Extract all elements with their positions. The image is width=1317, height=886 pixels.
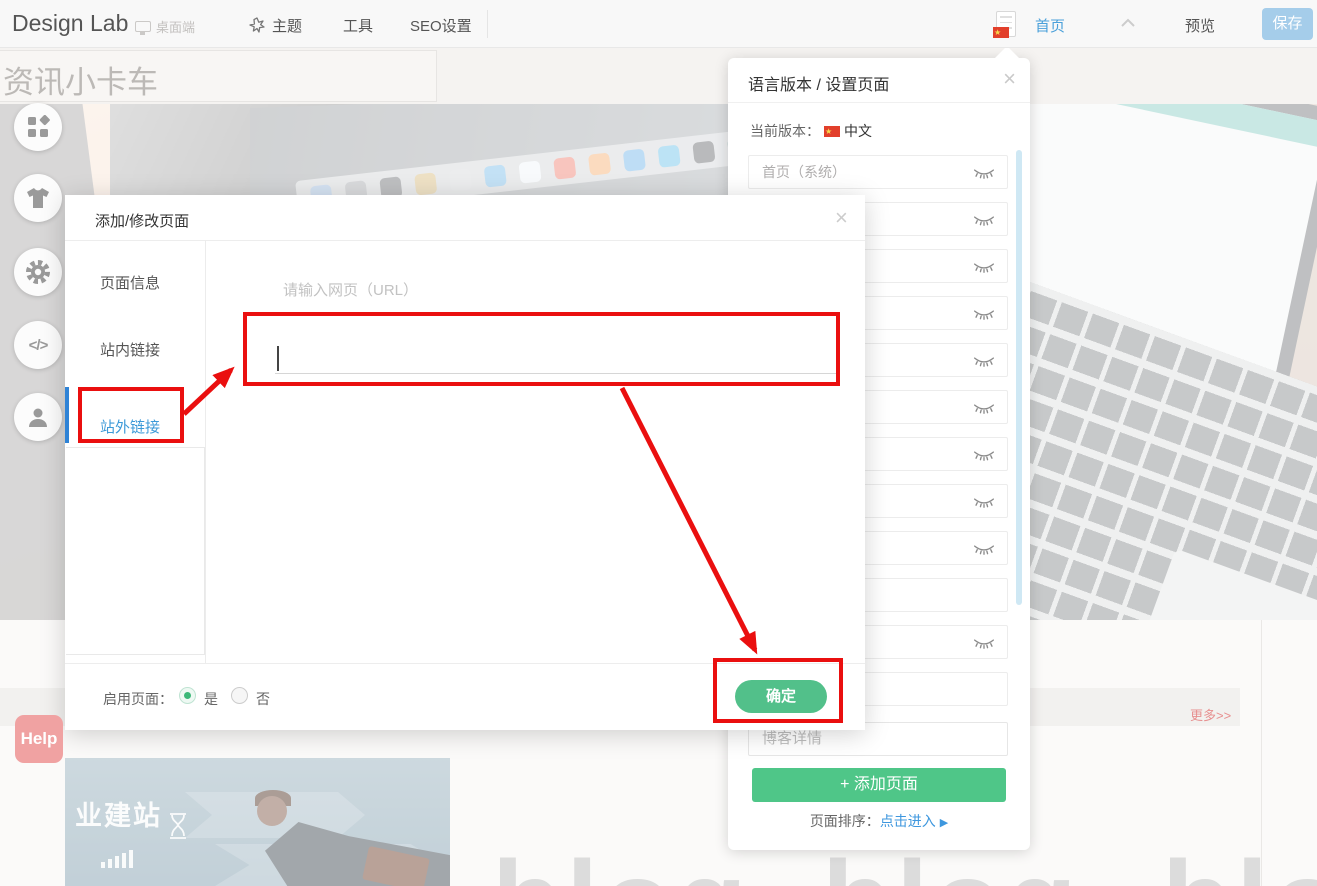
blog-watermark: blog: [492, 845, 751, 886]
current-version-value: 中文: [844, 121, 872, 141]
add-page-button[interactable]: + 添加页面: [752, 768, 1006, 802]
rail-code-button[interactable]: </>: [14, 321, 62, 369]
divider: [728, 102, 1030, 103]
panel-scrollbar[interactable]: [1016, 150, 1022, 605]
divider: [205, 240, 206, 663]
tab-column-box: [66, 447, 205, 655]
toolbar-divider: [487, 10, 488, 38]
divider: [65, 240, 865, 241]
play-arrow-icon: ▶: [940, 817, 948, 829]
device-mode-switch[interactable]: 桌面端: [135, 17, 195, 36]
current-version-label: 当前版本：: [750, 121, 820, 141]
current-version-row: 当前版本： ★ 中文: [750, 121, 872, 141]
current-page-menu[interactable]: 首页: [1035, 15, 1065, 36]
eye-closed-icon[interactable]: [973, 261, 995, 274]
rail-components-button[interactable]: [14, 103, 62, 151]
rail-settings-button[interactable]: [14, 248, 62, 296]
radio-yes-label[interactable]: 是: [204, 689, 218, 709]
add-modify-page-modal: 添加/修改页面 × 页面信息 站内链接 站外链接 请输入网页（URL） 启用页面…: [65, 195, 865, 730]
china-flag-icon: ★: [824, 126, 840, 137]
eye-closed-icon[interactable]: [973, 449, 995, 462]
device-mode-label: 桌面端: [156, 17, 195, 36]
close-icon[interactable]: ×: [1003, 66, 1016, 92]
save-button[interactable]: 保存: [1262, 8, 1313, 40]
radio-no[interactable]: [231, 687, 248, 704]
url-input-placeholder: 请输入网页（URL）: [283, 279, 418, 300]
page-title-strip: [0, 48, 1317, 104]
tshirt-icon: [25, 186, 51, 210]
code-icon: </>: [29, 337, 48, 354]
nav-seo[interactable]: SEO设置: [410, 15, 472, 36]
chevron-up-icon[interactable]: [1120, 18, 1136, 28]
sort-label: 页面排序：: [810, 813, 880, 829]
radio-no-label[interactable]: 否: [256, 689, 270, 709]
site-title-text: 资讯小卡车: [3, 57, 158, 102]
eye-closed-icon[interactable]: [973, 543, 995, 556]
eye-closed-icon[interactable]: [973, 214, 995, 227]
app-window: 更多>> 业建站 blog blog blog 资讯小卡车 Design Lab…: [0, 0, 1317, 886]
rail-theme-button[interactable]: [14, 174, 62, 222]
app-logo: Design Lab: [12, 10, 128, 37]
language-flag-icon: ★: [993, 27, 1009, 38]
nav-theme-label: 主题: [272, 15, 302, 36]
page-item-label: 首页（系统）: [749, 156, 1007, 188]
url-input[interactable]: [275, 373, 836, 374]
blog-watermark: blog: [1162, 845, 1317, 886]
panel-title: 语言版本 / 设置页面: [748, 71, 889, 95]
eye-closed-icon[interactable]: [973, 308, 995, 321]
white-overlay: [65, 758, 450, 886]
user-icon: [26, 405, 50, 429]
tab-page-info[interactable]: 页面信息: [100, 272, 160, 293]
tab-internal-link[interactable]: 站内链接: [100, 339, 160, 360]
confirm-button[interactable]: 确定: [735, 680, 827, 713]
radio-yes[interactable]: [179, 687, 196, 704]
close-icon[interactable]: ×: [835, 205, 848, 231]
gear-icon: [24, 258, 52, 286]
sort-enter-link[interactable]: 点击进入: [880, 813, 936, 829]
blog-watermark: blog: [822, 845, 1081, 886]
modal-title: 添加/修改页面: [95, 210, 189, 231]
help-button[interactable]: Help: [15, 715, 63, 763]
eye-closed-icon[interactable]: [973, 402, 995, 415]
tab-external-link[interactable]: 站外链接: [100, 416, 160, 437]
eye-closed-icon[interactable]: [973, 355, 995, 368]
active-tab-indicator: [65, 387, 69, 443]
theme-icon: [248, 17, 266, 35]
divider: [65, 663, 865, 664]
rail-account-button[interactable]: [14, 393, 62, 441]
blocks-icon: [26, 115, 50, 139]
nav-tools[interactable]: 工具: [343, 15, 373, 36]
monitor-icon: [135, 21, 151, 32]
enable-page-label: 启用页面：: [103, 689, 173, 709]
more-link[interactable]: 更多>>: [1190, 705, 1231, 724]
text-cursor: [277, 346, 279, 371]
nav-theme[interactable]: 主题: [248, 15, 302, 36]
page-list-item[interactable]: 首页（系统）: [748, 155, 1008, 189]
eye-closed-icon[interactable]: [973, 496, 995, 509]
eye-closed-icon[interactable]: [973, 167, 995, 180]
preview-button[interactable]: 预览: [1185, 15, 1215, 36]
page-sort-row: 页面排序：点击进入 ▶: [728, 811, 1030, 831]
top-toolbar: Design Lab 桌面端 主题 工具 SEO设置 ★ 首页 预览 保存: [0, 0, 1317, 48]
eye-closed-icon[interactable]: [973, 637, 995, 650]
promo-card-image: 业建站: [65, 758, 450, 886]
